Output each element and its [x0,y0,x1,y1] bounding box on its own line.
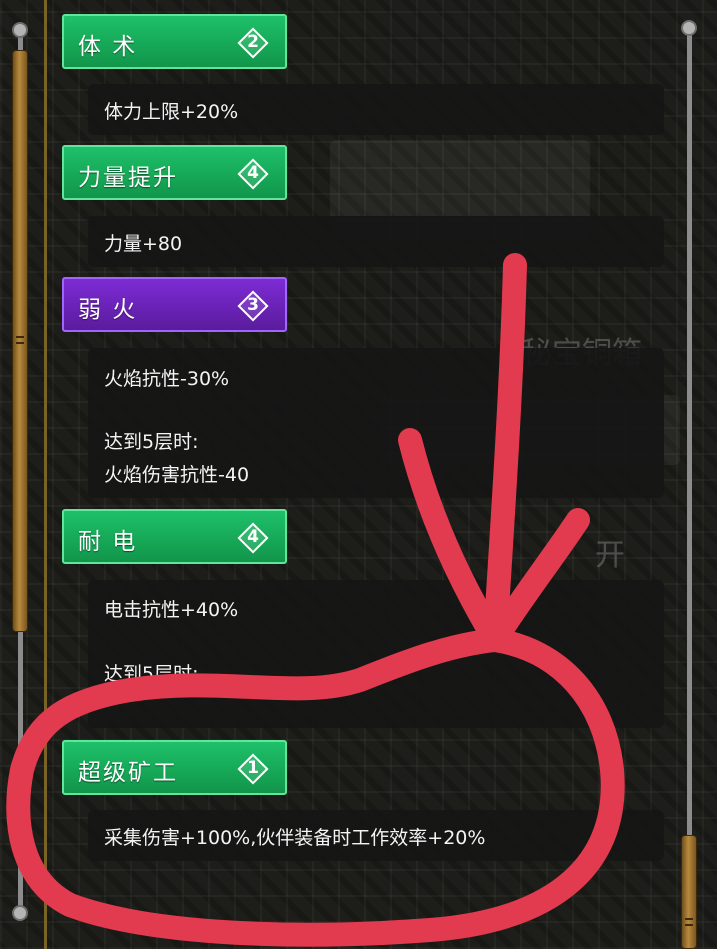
annotation-arrow-shaft [483,253,527,652]
buff-level: 4 [247,163,259,183]
buff-level: 1 [247,758,259,778]
annotation-circle [6,628,625,947]
buff-level: 4 [247,527,259,547]
red-annotation [6,253,625,947]
buff-level: 3 [247,295,259,315]
buff-level: 2 [247,32,259,52]
